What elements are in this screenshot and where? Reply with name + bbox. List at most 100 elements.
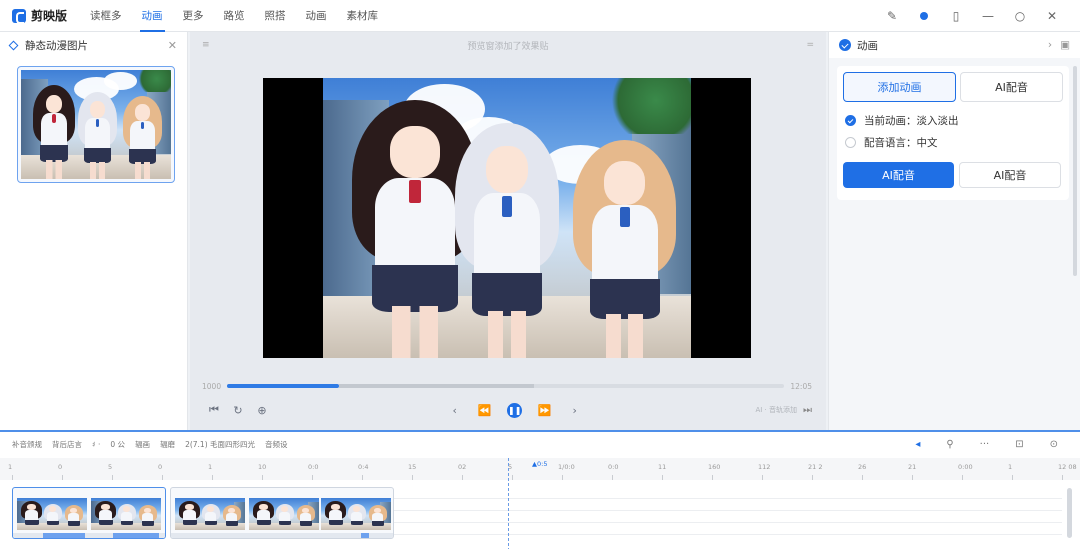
option-label: 配音语言：中文: [864, 137, 938, 149]
timeline-clip-2[interactable]: [170, 487, 394, 539]
ruler-tick: [662, 475, 663, 480]
adjust-icon[interactable]: ≡: [202, 40, 210, 50]
ruler-tick: [262, 475, 263, 480]
ruler-tick-label: 1: [8, 463, 13, 471]
media-thumbnail[interactable]: [17, 66, 175, 183]
timeline-tool-4[interactable]: 辐画: [135, 439, 150, 450]
ruler-tick-label: 0:4: [358, 463, 369, 471]
ruler-tick: [162, 475, 163, 480]
ruler-tick: [462, 475, 463, 480]
timeline-tool-6[interactable]: 2(7.1) 毛面四形四光: [185, 439, 255, 450]
media-panel-header: 静态动漫图片 ✕: [0, 32, 187, 58]
skip-end-icon[interactable]: ⏭: [803, 405, 812, 416]
add-icon[interactable]: ⊕: [250, 400, 274, 420]
video-stage[interactable]: [263, 78, 751, 358]
ruler-tick: [562, 475, 563, 480]
timeline-tool-5[interactable]: 辐磨: [160, 439, 175, 450]
audio-hint: AI · 音轨添加 ⏭: [755, 405, 812, 416]
search-icon[interactable]: ○: [1004, 0, 1036, 32]
app-name: 剪映版: [31, 9, 68, 23]
timeline-tool-2[interactable]: ♯ ·: [92, 440, 100, 449]
ruler-tick-label: 5: [108, 463, 113, 471]
anime-image-thumbnail: [21, 70, 171, 179]
time-current: 1000: [202, 381, 222, 391]
close-icon[interactable]: ✕: [168, 39, 177, 52]
ruler-tick-label: 1: [1008, 463, 1013, 471]
loop-icon[interactable]: ↻: [226, 400, 250, 420]
menu-item-more[interactable]: 更多: [173, 0, 214, 32]
ruler-tick-label: 10: [258, 463, 267, 471]
next-icon[interactable]: ›: [563, 400, 587, 420]
diamond-icon: [8, 40, 19, 50]
playback-progress: 1000 12:05: [202, 380, 812, 392]
menu-item-4[interactable]: 照搭: [255, 0, 296, 32]
option-current-animation[interactable]: 当前动画：淡入淡出: [845, 113, 959, 128]
properties-scrollbar[interactable]: [1073, 66, 1077, 276]
ruler-tick-label: 112: [758, 463, 771, 471]
minimize-icon[interactable]: —: [972, 0, 1004, 32]
ai-voice-primary-button[interactable]: AI配音: [843, 162, 954, 188]
panel-toggle-icon[interactable]: ▣: [1060, 39, 1070, 51]
ruler-tick-label: 12 08: [1058, 463, 1077, 471]
ruler-tick: [762, 475, 763, 480]
split-icon[interactable]: ⚲: [946, 439, 953, 450]
video-track: [0, 484, 1080, 539]
prev-icon[interactable]: ‹: [443, 400, 467, 420]
playhead-label: ▲0:5: [532, 460, 548, 468]
ai-voice-secondary-button[interactable]: AI配音: [959, 162, 1061, 188]
preview-panel: ≡ 预览窗添加了效果贴 = 1000 12:05 ⏮ ↻ ⊕ ‹ ⏪ ❚❚ ⏩ …: [190, 32, 826, 430]
ruler-tick: [712, 475, 713, 480]
menu-icon[interactable]: =: [806, 40, 814, 50]
ruler-tick-label: 0: [158, 463, 163, 471]
ruler-tick: [1012, 475, 1013, 480]
menu-item-3[interactable]: 路览: [214, 0, 255, 32]
tab-add-animation[interactable]: 添加动画: [843, 72, 956, 102]
option-label: 当前动画：淡入淡出: [864, 115, 959, 127]
ruler-tick-label: 0:00: [958, 463, 973, 471]
preview-hint: 预览窗添加了效果贴: [467, 41, 549, 52]
ruler-tick-label: 11: [658, 463, 667, 471]
timeline-tool-3[interactable]: 0 公: [110, 439, 125, 450]
menu-item-0[interactable]: 读框多: [80, 0, 132, 32]
marker-icon[interactable]: ◂: [915, 439, 920, 450]
media-panel-title: 静态动漫图片: [25, 39, 88, 52]
device-icon[interactable]: ▯: [940, 0, 972, 32]
clip-frame: [321, 498, 391, 530]
check-icon: [839, 39, 851, 51]
timeline-scrollbar[interactable]: [1067, 488, 1072, 538]
ruler-tick: [612, 475, 613, 480]
rewind-icon[interactable]: ⏪: [473, 400, 497, 420]
skip-start-icon[interactable]: ⏮: [202, 400, 226, 420]
more-icon[interactable]: ···: [980, 439, 990, 450]
progress-track[interactable]: [227, 384, 785, 388]
ruler-tick-label: 21: [908, 463, 917, 471]
play-button[interactable]: ❚❚: [503, 400, 527, 420]
clip-frame: [175, 498, 245, 530]
timeline-tool-7[interactable]: 音频设: [265, 439, 288, 450]
settings-icon[interactable]: ⊙: [1050, 439, 1058, 450]
timeline-clip-1[interactable]: [12, 487, 166, 539]
ruler-tick: [12, 475, 13, 480]
forward-icon[interactable]: ⏩: [533, 400, 557, 420]
menu-item-animation[interactable]: 动画: [132, 0, 173, 32]
ruler-tick: [212, 475, 213, 480]
timeline-tool-0[interactable]: 补音颁规: [12, 439, 42, 450]
tab-ai-voice[interactable]: AI配音: [960, 72, 1063, 102]
menu-item-assets[interactable]: 素材库: [337, 0, 389, 32]
play-icon: ❚❚: [507, 402, 523, 418]
close-icon[interactable]: ✕: [1036, 0, 1068, 32]
ruler-tick-label: 160: [708, 463, 721, 471]
record-icon[interactable]: [908, 0, 940, 32]
ruler-tick-label: 21 2: [808, 463, 823, 471]
export-icon[interactable]: ⊡: [1015, 439, 1023, 450]
ruler-tick: [812, 475, 813, 480]
edit-icon[interactable]: ✎: [876, 0, 908, 32]
timeline-panel: 补音颁规 背后店言 ♯ · 0 公 辐画 辐磨 2(7.1) 毛面四形四光 音频…: [0, 430, 1080, 549]
media-panel: 静态动漫图片 ✕: [0, 32, 188, 430]
option-voice-language[interactable]: 配音语言：中文: [845, 135, 938, 150]
app-logo[interactable]: 剪映版: [0, 7, 80, 24]
menu-item-5[interactable]: 动画: [296, 0, 337, 32]
timeline-tool-1[interactable]: 背后店言: [52, 439, 82, 450]
chevron-right-icon[interactable]: ›: [1048, 39, 1052, 51]
timeline-playhead[interactable]: [508, 458, 509, 549]
